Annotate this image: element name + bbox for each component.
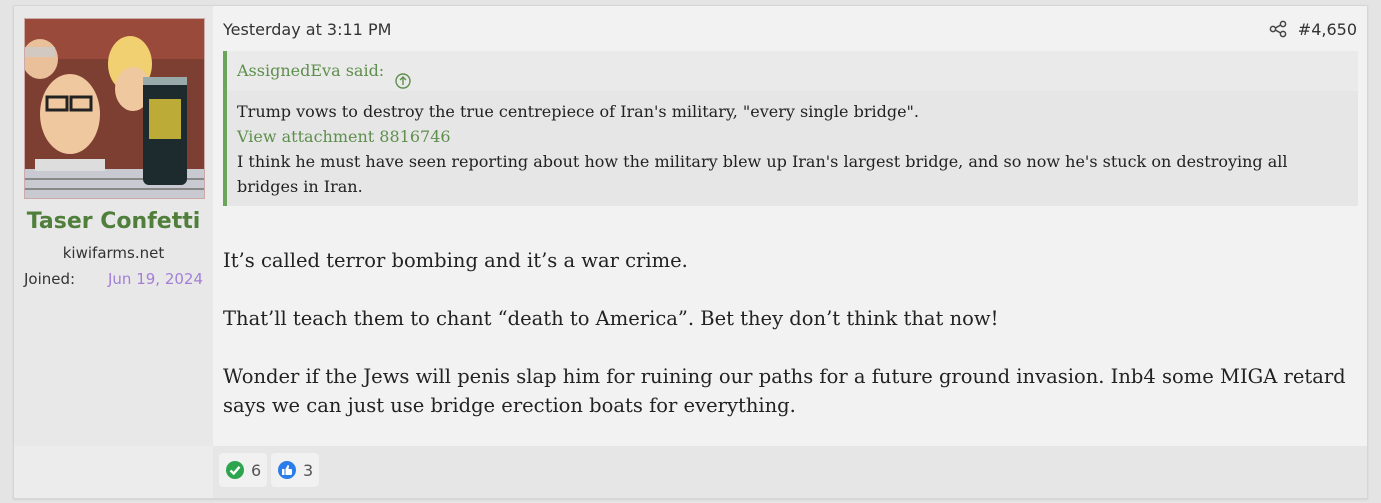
post-date[interactable]: Yesterday at 3:11 PM bbox=[223, 20, 391, 39]
attachment-link[interactable]: View attachment 8816746 bbox=[237, 124, 1348, 149]
joined-label: Joined: bbox=[24, 270, 76, 288]
post: Taser Confetti kiwifarms.net Joined: Jun… bbox=[13, 5, 1368, 499]
check-icon bbox=[225, 460, 245, 480]
thumbs-up-icon bbox=[277, 460, 297, 480]
message-paragraph-2: That’ll teach them to chant “death to Am… bbox=[223, 307, 999, 330]
arrow-up-circle-icon[interactable] bbox=[395, 64, 411, 89]
post-main: Yesterday at 3:11 PM #4,650 AssignedEva … bbox=[213, 6, 1367, 446]
share-icon[interactable] bbox=[1269, 20, 1287, 38]
quote-line-1: Trump vows to destroy the true centrepie… bbox=[237, 102, 919, 121]
username[interactable]: Taser Confetti bbox=[14, 209, 213, 234]
reaction-count: 3 bbox=[303, 460, 314, 480]
reaction-like[interactable]: 3 bbox=[271, 453, 320, 487]
avatar-image bbox=[25, 19, 204, 198]
message-paragraph-1: It’s called terror bombing and it’s a wa… bbox=[223, 249, 688, 272]
joined-date: Jun 19, 2024 bbox=[107, 270, 203, 288]
reaction-check[interactable]: 6 bbox=[219, 453, 268, 487]
avatar[interactable] bbox=[24, 18, 205, 199]
message-paragraph-3: Wonder if the Jews will penis slap him f… bbox=[223, 365, 1346, 417]
reaction-count: 6 bbox=[251, 460, 262, 480]
quote-author[interactable]: AssignedEva said: bbox=[237, 61, 384, 80]
user-sidebar: Taser Confetti kiwifarms.net Joined: Jun… bbox=[14, 6, 213, 446]
quote-line-2: I think he must have seen reporting abou… bbox=[237, 152, 1288, 196]
post-number[interactable]: #4,650 bbox=[1298, 20, 1357, 39]
reactions-bar: 6 3 bbox=[213, 446, 1367, 498]
user-title: kiwifarms.net bbox=[62, 244, 165, 262]
quote-block: AssignedEva said: Trump vows to destroy … bbox=[223, 51, 1358, 206]
quote-body: Trump vows to destroy the true centrepie… bbox=[227, 91, 1358, 199]
message-body: It’s called terror bombing and it’s a wa… bbox=[223, 246, 1357, 449]
quote-header[interactable]: AssignedEva said: bbox=[227, 51, 1358, 91]
